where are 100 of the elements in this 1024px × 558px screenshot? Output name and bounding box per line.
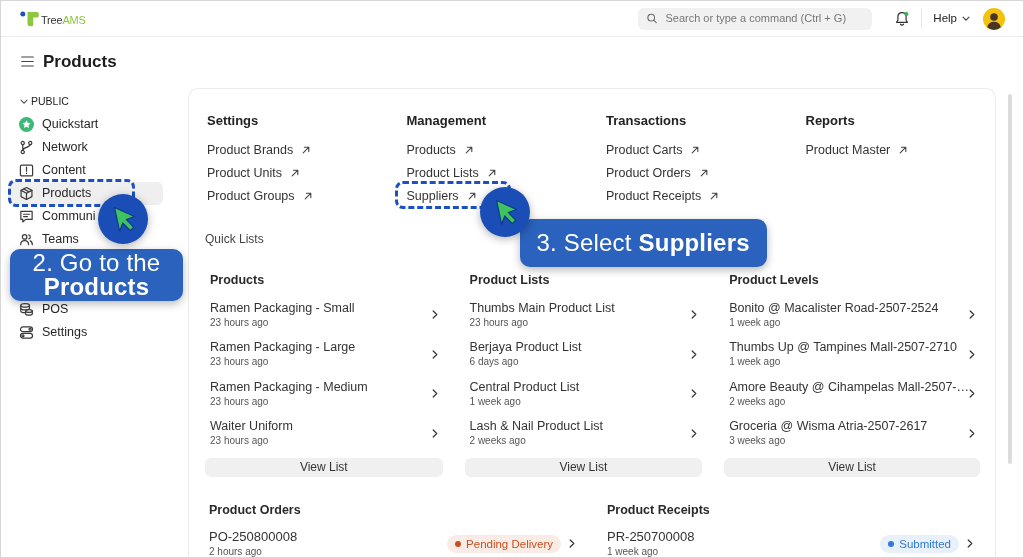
chevron-right-icon[interactable]	[691, 349, 698, 359]
chevron-right-icon[interactable]	[431, 389, 438, 399]
shortcut-link[interactable]: Product Brands	[207, 142, 311, 158]
arrow-up-right-icon	[899, 146, 908, 154]
chevron-right-icon[interactable]	[431, 310, 438, 320]
shortcut-link[interactable]: Product Units	[207, 165, 300, 181]
timestamp: 2 weeks ago	[469, 434, 526, 449]
timestamp: 3 weeks ago	[729, 434, 786, 449]
chevron-right-icon[interactable]	[569, 539, 575, 548]
sidebar-item[interactable]: Content	[8, 159, 163, 182]
shortcut-link[interactable]: Product Lists	[406, 165, 496, 181]
arrow-up-right-icon	[464, 146, 473, 154]
arrow-up-right-icon	[467, 192, 476, 200]
tutorial-callout: 2. Go to the Products	[10, 249, 183, 301]
chevron-right-icon[interactable]	[431, 428, 438, 438]
sidebar-item[interactable]: Communi	[8, 205, 163, 228]
arrow-up-right-icon	[303, 192, 312, 200]
arrow-up-right-icon	[487, 169, 496, 177]
list-heading: Products	[209, 272, 265, 288]
list-item-link[interactable]: Groceria @ Wisma Atria-2507-2617	[729, 418, 928, 435]
help-menu-button[interactable]: Help	[933, 9, 970, 28]
chevron-right-icon[interactable]	[691, 389, 698, 399]
chevron-right-icon[interactable]	[969, 389, 975, 399]
list-item-link[interactable]: Ramen Packaging - Medium	[210, 378, 368, 395]
chevron-right-icon[interactable]	[691, 310, 698, 320]
status-label: Pending Delivery	[466, 536, 553, 551]
arrow-up-right-icon	[710, 192, 719, 200]
coin-stack-icon	[19, 302, 34, 317]
list-item-link[interactable]: Bonito @ Macalister Road-2507-2524	[729, 299, 939, 316]
menu-button[interactable]	[21, 56, 34, 67]
list-item-link[interactable]: Berjaya Product List	[469, 339, 582, 356]
timestamp: 23 hours ago	[210, 355, 269, 370]
list-item-link[interactable]: Amore Beauty @ Cihampelas Mall-2507-…	[729, 378, 969, 395]
list-heading: Product Lists	[468, 272, 550, 288]
scrollbar-thumb[interactable]	[1008, 94, 1012, 464]
view-list-button[interactable]: View List	[724, 458, 980, 477]
timestamp: 1 week ago	[469, 394, 521, 409]
arrow-up-right-icon	[699, 169, 708, 177]
book-icon	[19, 163, 34, 178]
box-icon	[19, 186, 34, 201]
column-heading: Management	[406, 113, 486, 129]
shortcut-link[interactable]: Product Carts	[606, 142, 700, 158]
list-item-link[interactable]: Ramen Packaging - Large	[210, 339, 356, 356]
list-item-link[interactable]: Central Product List	[469, 378, 580, 395]
sidebar-item[interactable]: Quickstart	[8, 113, 163, 136]
tutorial-callout: 3. Select Suppliers	[519, 219, 767, 267]
menu-icon	[21, 56, 34, 67]
sidebar-item[interactable]: Settings	[8, 321, 163, 344]
column-heading: Reports	[805, 113, 855, 129]
timestamp: 1 week ago	[729, 315, 781, 330]
timestamp: 1 week ago	[729, 355, 781, 370]
chevron-right-icon[interactable]	[431, 349, 438, 359]
caret-icon	[962, 15, 970, 22]
list-item-link[interactable]: Lash & Nail Product List	[469, 418, 603, 435]
record-link[interactable]: PO-250800008	[209, 529, 298, 545]
section-title: Quick Lists	[205, 232, 264, 247]
list-item-link[interactable]: Thumbs Main Product List	[469, 299, 615, 316]
sidebar-item[interactable]: POS	[8, 298, 163, 321]
list-item-link[interactable]: Waiter Uniform	[210, 418, 293, 435]
list-heading: Product Levels	[728, 272, 819, 288]
arrow-up-right-icon	[302, 146, 311, 154]
notification-bell-icon[interactable]	[895, 11, 910, 26]
timestamp: 2 weeks ago	[729, 394, 786, 409]
section-toggle[interactable]: PUBLIC	[1, 94, 69, 110]
chevron-right-icon[interactable]	[969, 428, 975, 438]
list-item-link[interactable]: Thumbs Up @ Tampines Mall-2507-2710	[729, 339, 957, 356]
sidebar-item[interactable]: Teams	[8, 228, 163, 251]
list-heading: Product Receipts	[606, 502, 710, 518]
chevron-right-icon[interactable]	[691, 428, 698, 438]
column-heading: Transactions	[606, 113, 687, 129]
search-field[interactable]: Search or type a command (Ctrl + G)	[638, 7, 873, 30]
chevron-right-icon[interactable]	[967, 539, 973, 548]
chevron-right-icon[interactable]	[969, 310, 975, 320]
people-icon	[19, 232, 34, 247]
shortcut-link[interactable]: Product Groups	[207, 188, 312, 204]
avatar-icon[interactable]	[983, 7, 1005, 30]
status-label: Submitted	[899, 536, 951, 551]
timestamp: 1 week ago	[607, 545, 659, 557]
timestamp: 23 hours ago	[210, 315, 269, 330]
view-list-button[interactable]: View List	[464, 458, 703, 477]
page-title: Products	[43, 51, 117, 72]
logo-icon[interactable]	[20, 10, 40, 27]
shortcut-link[interactable]: Product Orders	[606, 165, 708, 181]
shortcut-link[interactable]: Suppliers	[406, 188, 476, 204]
chat-icon	[19, 209, 34, 224]
timestamp: 2 hours ago	[209, 545, 262, 557]
list-item-link[interactable]: Ramen Packaging - Small	[210, 299, 355, 316]
shortcut-link[interactable]: Product Receipts	[606, 188, 719, 204]
list-heading: Product Orders	[208, 502, 301, 518]
view-list-button[interactable]: View List	[205, 458, 443, 477]
timestamp: 23 hours ago	[210, 394, 269, 409]
chevron-right-icon[interactable]	[969, 349, 975, 359]
toggle-icon	[19, 325, 34, 340]
shortcut-link[interactable]: Product Master	[805, 142, 908, 158]
logo-text[interactable]: TreeAMS	[41, 14, 86, 27]
shortcut-link[interactable]: Products	[406, 142, 473, 158]
record-link[interactable]: PR-250700008	[607, 529, 695, 545]
timestamp: 23 hours ago	[469, 315, 528, 330]
sidebar-item[interactable]: Network	[8, 136, 163, 159]
arrow-up-right-icon	[691, 146, 700, 154]
